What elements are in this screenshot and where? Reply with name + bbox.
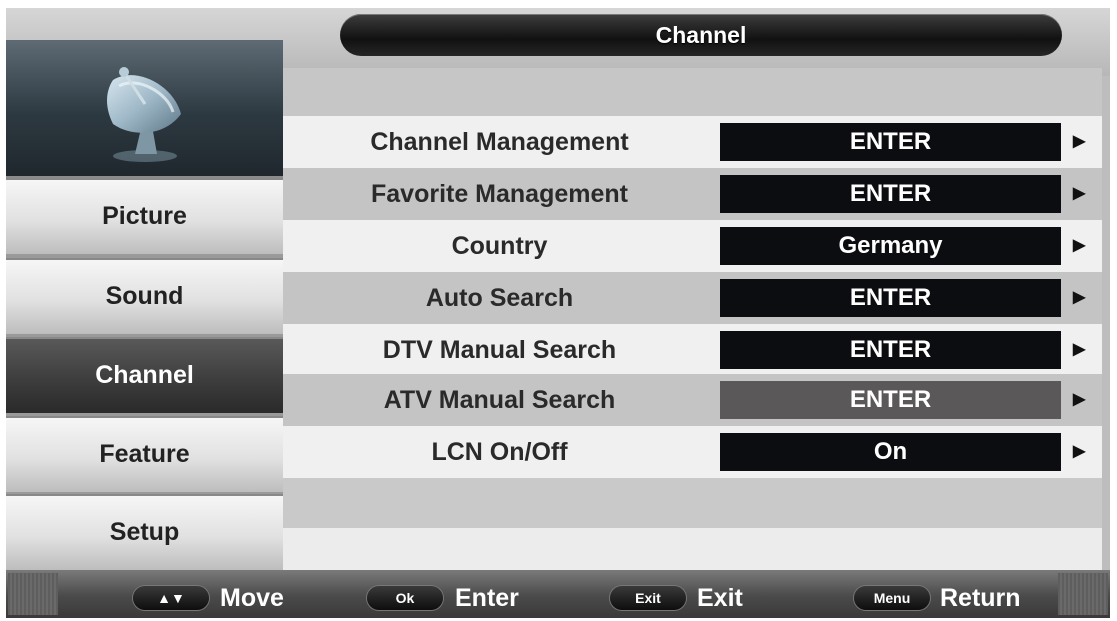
sidebar-item-sound[interactable]: Sound	[6, 258, 283, 334]
sidebar-item-feature[interactable]: Feature	[6, 416, 283, 492]
menu-row-value[interactable]: On	[720, 433, 1061, 471]
menu-title: Channel	[655, 22, 747, 48]
menu-row-label: Channel Management	[370, 128, 629, 156]
menu-row-value[interactable]: ENTER	[720, 331, 1061, 369]
sidebar-item-picture[interactable]: Picture	[6, 178, 283, 254]
menu-row-channel-management[interactable]: Channel Management ENTER ▶	[283, 116, 1102, 168]
sidebar-item-label: Feature	[99, 440, 190, 468]
return-hint-label: Return	[940, 584, 1021, 612]
menu-row-label: Auto Search	[425, 284, 574, 312]
satellite-dish-icon	[107, 67, 181, 162]
exit-hint-label: Exit	[697, 584, 743, 612]
ok-key-icon: Ok	[367, 586, 443, 610]
move-key-icon: ▲▼	[133, 586, 209, 610]
menu-row-label: Country	[451, 232, 548, 260]
sidebar-item-label: Picture	[102, 202, 187, 230]
triangle-right-icon[interactable]: ▶	[1073, 272, 1085, 324]
menu-row-atv-manual-search[interactable]: ATV Manual Search ENTER ▶	[283, 374, 1102, 426]
sidebar-item-channel[interactable]: Channel	[6, 337, 283, 413]
enter-hint-label: Enter	[455, 584, 519, 612]
menu-row-favorite-management[interactable]: Favorite Management ENTER ▶	[283, 168, 1102, 220]
menu-row-value[interactable]: ENTER	[720, 279, 1061, 317]
panel-spacer-top	[283, 68, 1102, 116]
menu-row-country[interactable]: Country Germany ▶	[283, 220, 1102, 272]
menu-row-value[interactable]: Germany	[720, 227, 1061, 265]
move-hint-label: Move	[220, 584, 284, 612]
menu-row-label: Favorite Management	[370, 180, 628, 208]
triangle-right-icon[interactable]: ▶	[1073, 168, 1085, 220]
sidebar-item-label: Setup	[109, 518, 180, 546]
panel-spacer-bottom	[283, 528, 1102, 570]
triangle-right-icon[interactable]: ▶	[1073, 324, 1085, 376]
menu-row-auto-search[interactable]: Auto Search ENTER ▶	[283, 272, 1102, 324]
triangle-right-icon[interactable]: ▶	[1073, 220, 1085, 272]
sidebar-item-setup[interactable]: Setup	[6, 494, 283, 570]
sidebar-item-label: Sound	[105, 282, 184, 310]
menu-row-label: LCN On/Off	[431, 438, 568, 466]
exit-key-icon: Exit	[610, 586, 686, 610]
menu-row-label: ATV Manual Search	[383, 386, 616, 414]
triangle-right-icon[interactable]: ▶	[1073, 374, 1085, 426]
menu-row-lcn-onoff[interactable]: LCN On/Off On ▶	[283, 426, 1102, 478]
menu-row-value[interactable]: ENTER	[720, 175, 1061, 213]
sidebar-item-label: Channel	[95, 361, 194, 389]
menu-row-dtv-manual-search[interactable]: DTV Manual Search ENTER ▶	[283, 324, 1102, 376]
menu-row-label: DTV Manual Search	[382, 336, 617, 364]
menu-row-value-selected[interactable]: ENTER	[720, 381, 1061, 419]
triangle-right-icon[interactable]: ▶	[1073, 116, 1085, 168]
corner-decoration	[1058, 573, 1108, 615]
menu-row-value[interactable]: ENTER	[720, 123, 1061, 161]
menu-key-icon: Menu	[854, 586, 930, 610]
triangle-right-icon[interactable]: ▶	[1073, 426, 1085, 478]
corner-decoration	[8, 573, 58, 615]
